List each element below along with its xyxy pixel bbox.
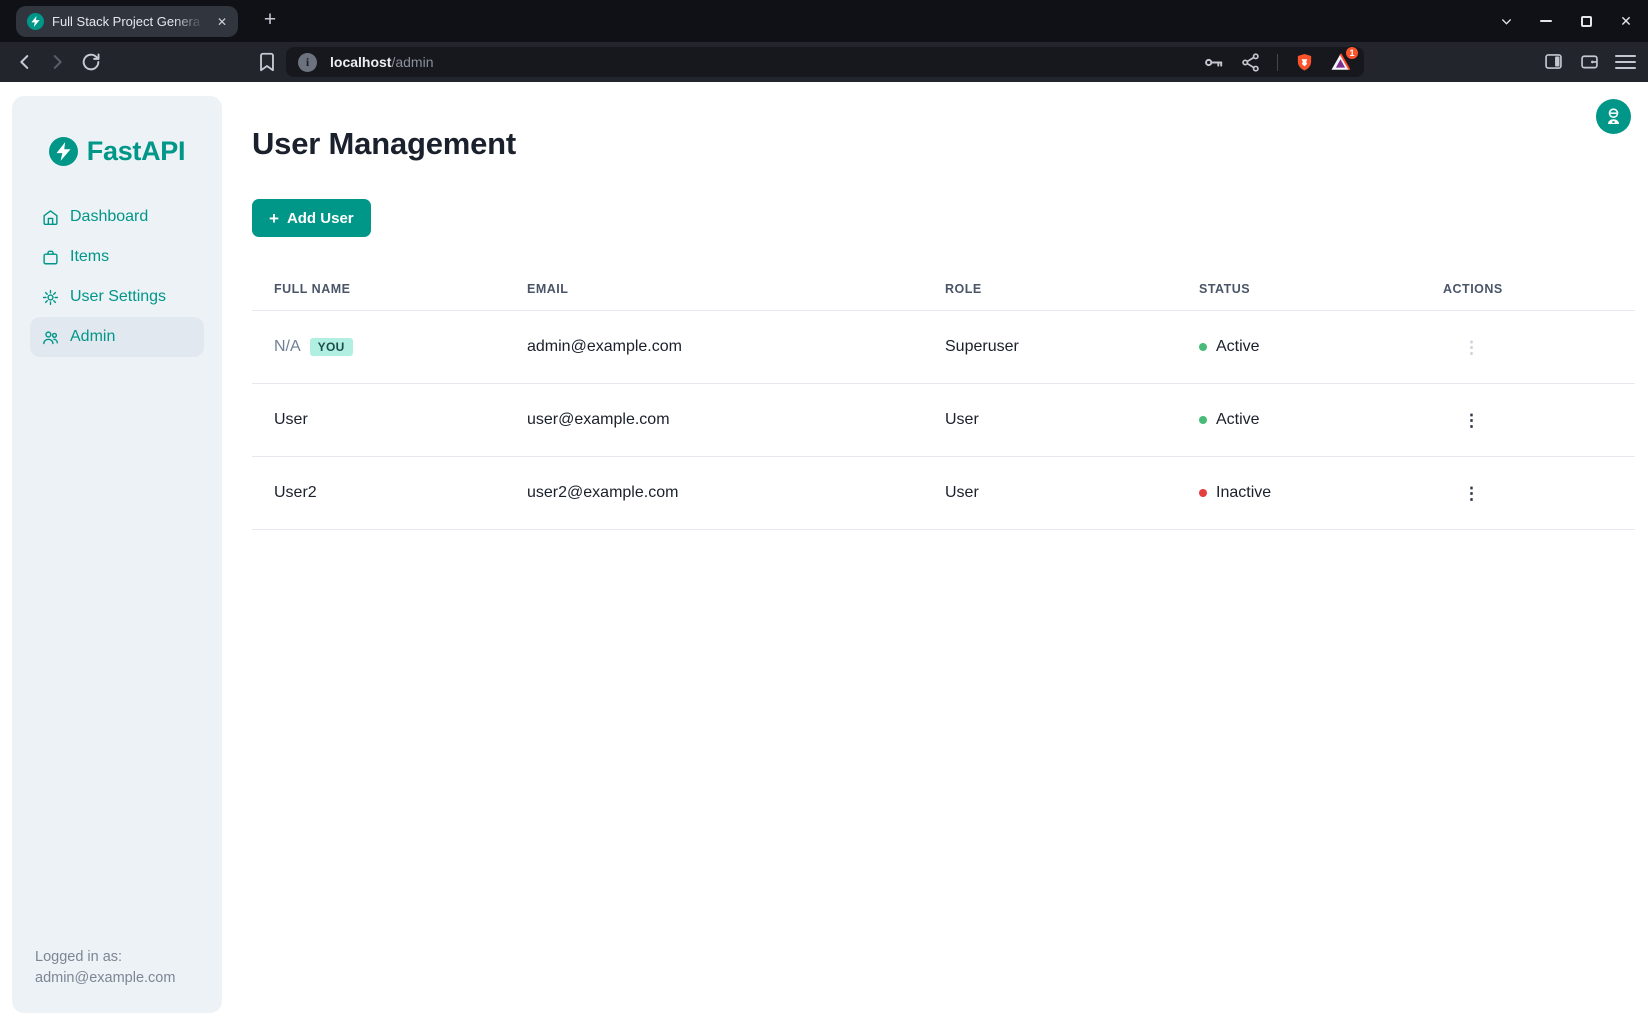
table-header-row: FULL NAME EMAIL ROLE STATUS ACTIONS [252,268,1635,311]
cell-email: admin@example.com [505,311,923,383]
add-user-label: Add User [287,210,354,227]
back-icon[interactable] [14,51,36,73]
fastapi-logo: FastAPI [12,136,222,167]
cell-role: Superuser [923,311,1177,383]
status-dot [1199,489,1207,497]
forward-icon[interactable] [46,51,68,73]
rewards-badge: 1 [1345,46,1359,60]
cell-status: Active [1216,338,1260,356]
table-row: N/A YOU admin@example.com Superuser Acti… [252,311,1635,384]
url-host: localhost [330,54,391,70]
maximize-icon[interactable] [1578,13,1594,29]
key-icon[interactable] [1203,52,1224,73]
logged-in-email: admin@example.com [35,968,175,989]
cell-role: User [923,457,1177,529]
table-row: User2 user2@example.com User Inactive ⋮ [252,457,1635,530]
add-user-button[interactable]: + Add User [252,199,371,237]
users-table: FULL NAME EMAIL ROLE STATUS ACTIONS N/A … [252,268,1635,530]
row-actions-menu-icon[interactable]: ⋮ [1457,481,1486,506]
cell-status: Active [1216,411,1260,429]
sidebar: FastAPI Dashboard Items User Settings [12,96,222,1013]
reload-icon[interactable] [80,51,102,73]
fastapi-favicon-icon [27,13,44,30]
briefcase-icon [42,249,59,266]
sidebar-item-label: Items [70,248,109,266]
toolbar-right-icons [1543,51,1636,72]
bookmark-icon[interactable] [256,51,278,73]
menu-hamburger-icon[interactable] [1615,51,1636,72]
url-bar[interactable]: i localhost /admin 1 [286,47,1364,77]
cell-status: Inactive [1216,484,1271,502]
row-actions-menu-icon[interactable]: ⋮ [1457,408,1486,433]
sidebar-item-label: User Settings [70,288,166,306]
sidebar-item-label: Admin [70,328,115,346]
cell-role: User [923,384,1177,456]
logged-in-label: Logged in as: [35,947,175,968]
tab-search-chevron-icon[interactable] [1498,13,1514,29]
sidebar-panel-icon[interactable] [1543,51,1564,72]
fastapi-bolt-icon [49,137,78,166]
browser-tab[interactable]: Full Stack Project Genera ✕ [16,6,238,37]
logged-in-footer: Logged in as: admin@example.com [35,947,175,989]
window-close-icon[interactable]: ✕ [1618,13,1634,29]
sidebar-item-dashboard[interactable]: Dashboard [30,197,204,237]
browser-window: Full Stack Project Genera ✕ + ✕ i lo [0,0,1648,1025]
brave-shield-icon[interactable] [1294,52,1315,73]
brave-rewards-button[interactable]: 1 [1329,51,1352,74]
cell-full-name: User2 [252,457,505,529]
cell-full-name: N/A [274,338,301,356]
home-icon [42,209,59,226]
cell-email: user@example.com [505,384,923,456]
tab-bar: Full Stack Project Genera ✕ + ✕ [0,0,1648,42]
cell-email: user2@example.com [505,457,923,529]
sidebar-item-items[interactable]: Items [30,237,204,277]
tab-close-icon[interactable]: ✕ [215,15,229,29]
sidebar-nav: Dashboard Items User Settings Admin [12,197,222,357]
window-controls: ✕ [1498,0,1634,42]
tab-title: Full Stack Project Genera [52,14,207,29]
you-badge: YOU [310,338,353,356]
browser-toolbar: i localhost /admin 1 [0,42,1648,82]
plus-icon: + [269,210,279,227]
col-header-actions: ACTIONS [1421,268,1635,310]
page-content: FastAPI Dashboard Items User Settings [0,82,1648,1025]
status-dot [1199,416,1207,424]
table-row: User user@example.com User Active ⋮ [252,384,1635,457]
toolbar-divider [1277,54,1278,71]
users-icon [42,329,59,346]
sidebar-item-label: Dashboard [70,208,148,226]
sidebar-item-admin[interactable]: Admin [30,317,204,357]
col-header-email: EMAIL [505,268,923,310]
user-astronaut-icon [1603,106,1624,127]
gear-icon [42,289,59,306]
col-header-status: STATUS [1177,268,1421,310]
share-icon[interactable] [1240,52,1261,73]
site-info-icon[interactable]: i [298,53,317,72]
wallet-icon[interactable] [1579,51,1600,72]
col-header-full-name: FULL NAME [252,268,505,310]
logo-text: FastAPI [87,136,185,167]
sidebar-item-user-settings[interactable]: User Settings [30,277,204,317]
col-header-role: ROLE [923,268,1177,310]
cell-full-name: User [252,384,505,456]
minimize-icon[interactable] [1538,13,1554,29]
page-title: User Management [252,126,516,162]
url-path: /admin [391,54,433,70]
new-tab-button[interactable]: + [256,5,284,35]
user-menu-button[interactable] [1596,99,1631,134]
status-dot [1199,343,1207,351]
row-actions-menu-icon: ⋮ [1457,335,1486,360]
